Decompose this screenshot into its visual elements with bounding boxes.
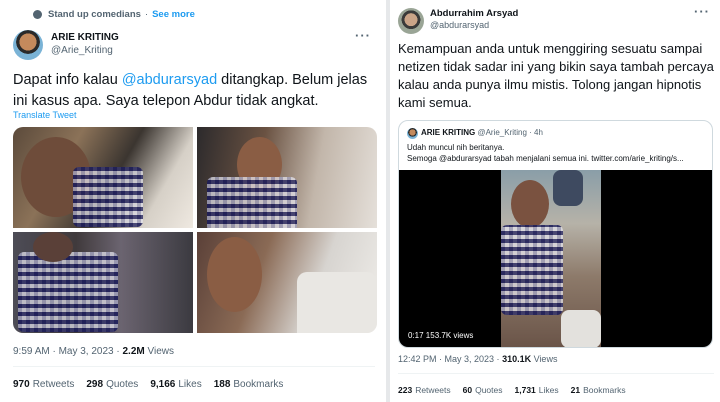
tweet-stats: 223 Retweets 60 Quotes 1,731 Likes 21 Bookma… (398, 385, 626, 395)
bookmarks-label: Bookmarks (233, 379, 284, 390)
quoted-tweet[interactable]: ARIE KRITING @Arie_Kriting · 4h Udah mun… (398, 120, 713, 348)
tweet-text: Dapat info kalau @abdurarsyad ditangkap.… (13, 70, 375, 112)
tweet-context: Stand up comedians · See more (48, 9, 195, 20)
video-time-views: 0:17 153.7K views (405, 330, 477, 341)
retweets-stat[interactable]: 970 Retweets (13, 379, 74, 390)
views-label: Views (531, 354, 558, 364)
likes-count: 1,731 (514, 385, 536, 395)
see-more-link[interactable]: See more (152, 9, 195, 20)
translate-tweet-link[interactable]: Translate Tweet (13, 110, 77, 120)
likes-count: 9,166 (150, 379, 176, 390)
photo-4[interactable] (197, 232, 377, 333)
tweet-stats: 970 Retweets 298 Quotes 9,166 Likes 188 Book… (13, 379, 283, 390)
divider (13, 366, 375, 367)
quotes-count: 60 (462, 385, 473, 395)
bookmarks-stat[interactable]: 188 Bookmarks (214, 379, 284, 390)
tweet-text-start: Dapat info kalau (13, 72, 122, 88)
left-tweet: Stand up comedians · See more ARIE KRITI… (0, 0, 386, 402)
bookmarks-count: 21 (570, 385, 581, 395)
views-count: 2.2M (122, 346, 145, 357)
tweet-meta: 12:42 PM · May 3, 2023 · 310.1K Views (398, 354, 557, 364)
likes-stat[interactable]: 1,731 Likes (515, 385, 559, 395)
quotes-label: Quotes (475, 385, 503, 395)
retweets-label: Retweets (415, 385, 451, 395)
quotes-count: 298 (86, 379, 104, 390)
quoted-author-name: ARIE KRITING (421, 128, 476, 137)
likes-label: Likes (538, 385, 559, 395)
photo-3[interactable] (13, 232, 193, 333)
quoted-line-2: Semoga @abdurarsyad tabah menjalani semu… (407, 154, 684, 163)
quoted-author-meta: @Arie_Kriting · 4h (475, 128, 543, 137)
video-frame (501, 170, 601, 347)
likes-stat[interactable]: 9,166 Likes (150, 379, 201, 390)
author-handle[interactable]: @Arie_Kriting (51, 45, 113, 56)
likes-label: Likes (178, 379, 202, 390)
quoted-tweet-header: ARIE KRITING @Arie_Kriting · 4h (421, 128, 543, 137)
retweets-label: Retweets (32, 379, 75, 390)
tweet-text: Kemampuan anda untuk menggiring sesuatu … (398, 41, 714, 110)
views-label: Views (144, 346, 175, 357)
quotes-label: Quotes (106, 379, 139, 390)
right-tweet: Abdurrahim Arsyad @abdurarsyad ··· Kemam… (390, 0, 720, 402)
bookmarks-count: 188 (213, 379, 231, 390)
photo-grid (13, 127, 377, 333)
context-label: Stand up comedians (48, 9, 141, 20)
quoted-line-1: Udah muncul nih beritanya. (407, 143, 505, 152)
tweet-meta: 9:59 AM · May 3, 2023 · 2.2M Views (13, 346, 174, 357)
author-avatar[interactable] (398, 8, 424, 34)
video-player[interactable]: 0:17 153.7K views (399, 170, 712, 347)
bookmarks-stat[interactable]: 21 Bookmarks (571, 385, 626, 395)
quoted-author-avatar (407, 128, 418, 139)
photo-1[interactable] (13, 127, 193, 228)
divider (398, 373, 714, 374)
quoted-tweet-text: Udah muncul nih beritanya. Semoga @abdur… (407, 142, 707, 164)
bookmarks-label: Bookmarks (583, 385, 626, 395)
views-count: 310.1K (502, 354, 532, 364)
author-name[interactable]: Abdurrahim Arsyad (430, 8, 518, 19)
context-separator: · (144, 9, 149, 20)
author-handle[interactable]: @abdurarsyad (430, 20, 489, 30)
author-avatar[interactable] (13, 30, 43, 60)
tweet-time[interactable]: 12:42 PM · May 3, 2023 · (398, 354, 502, 364)
more-options-icon[interactable]: ··· (694, 4, 710, 19)
more-options-icon[interactable]: ··· (355, 28, 371, 43)
retweets-count: 223 (398, 385, 413, 395)
retweets-count: 970 (13, 379, 30, 390)
author-name[interactable]: ARIE KRITING (51, 32, 119, 43)
photo-2[interactable] (197, 127, 377, 228)
mention-link[interactable]: @abdurarsyad (122, 72, 217, 88)
retweets-stat[interactable]: 223 Retweets (398, 385, 451, 395)
quotes-stat[interactable]: 298 Quotes (86, 379, 138, 390)
tweet-time[interactable]: 9:59 AM · May 3, 2023 · (13, 346, 123, 357)
quotes-stat[interactable]: 60 Quotes (463, 385, 503, 395)
community-icon (33, 10, 42, 19)
